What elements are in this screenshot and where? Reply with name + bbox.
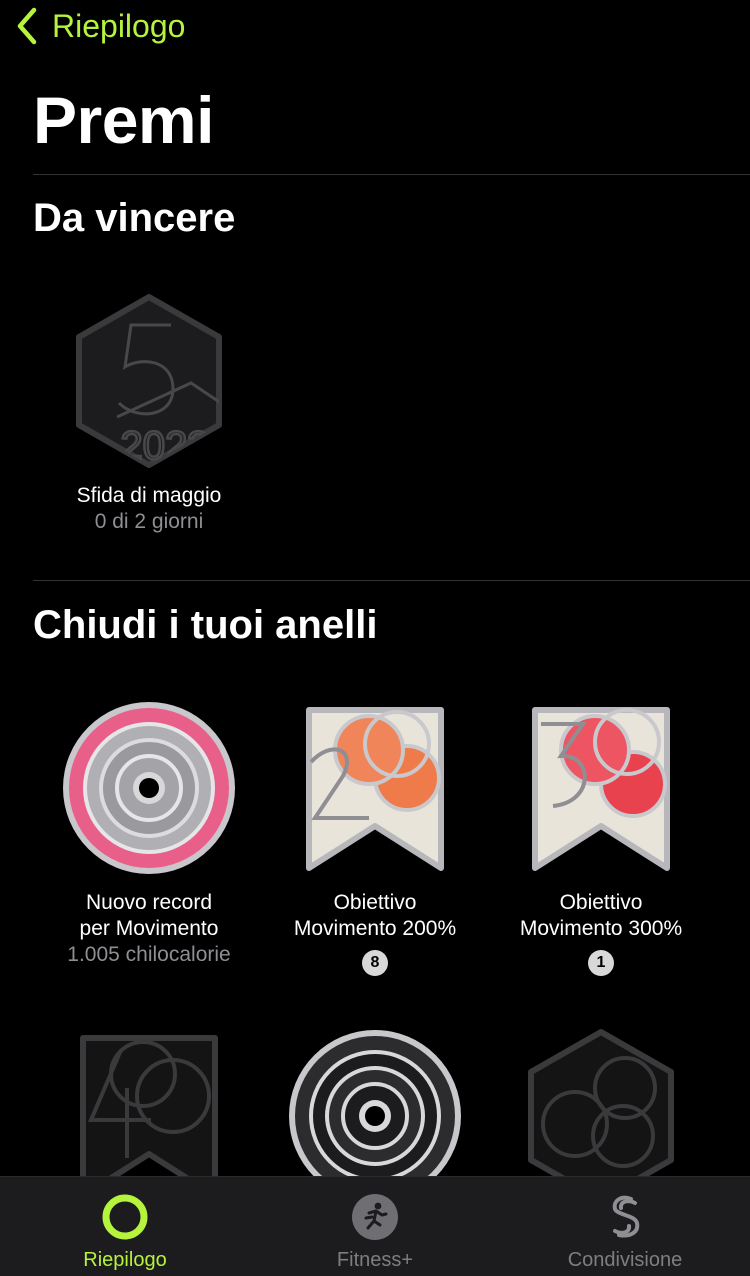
award-count-badge: 1	[588, 950, 614, 976]
tab-fitness-plus[interactable]: Fitness+	[250, 1177, 500, 1276]
svg-text:2023: 2023	[121, 424, 210, 468]
award-name: Sfida di maggio	[76, 484, 222, 507]
award-progress: 0 di 2 giorni	[94, 510, 204, 533]
award-move-300[interactable]: Obiettivo Movimento 300% 1	[491, 700, 711, 976]
divider	[33, 580, 750, 581]
move-200-badge-icon	[306, 707, 444, 871]
tab-riepilogo[interactable]: Riepilogo	[0, 1177, 250, 1276]
move-300-badge-icon	[532, 707, 670, 871]
award-name: Nuovo record per Movimento	[79, 891, 219, 940]
tab-label: Fitness+	[336, 1249, 414, 1271]
award-move-200[interactable]: Obiettivo Movimento 200% 8	[265, 700, 485, 976]
move-record-medal-icon	[63, 702, 235, 874]
tab-label: Riepilogo	[83, 1249, 167, 1271]
award-sfida-maggio[interactable]: 2023 Sfida di maggio 0 di 2 giorni	[39, 293, 259, 535]
section-title-da-vincere: Da vincere	[33, 196, 236, 240]
award-move-record[interactable]: Nuovo record per Movimento 1.005 chiloca…	[39, 700, 259, 968]
hexagon-challenge-badge-icon: 2023	[76, 294, 222, 468]
award-name: Obiettivo Movimento 300%	[519, 891, 683, 940]
section-title-chiudi-anelli: Chiudi i tuoi anelli	[33, 603, 378, 647]
tab-bar: Riepilogo Fitness+ Condivisione	[0, 1176, 750, 1276]
award-value: 1.005 chilocalorie	[67, 943, 231, 966]
back-label: Riepilogo	[52, 7, 186, 44]
tab-label: Condivisione	[567, 1249, 683, 1271]
tab-condivisione[interactable]: Condivisione	[500, 1177, 750, 1276]
back-button[interactable]: Riepilogo	[16, 4, 185, 48]
running-figure-icon	[352, 1194, 398, 1240]
activity-rings-icon	[102, 1194, 148, 1240]
page-title: Premi	[33, 83, 214, 157]
award-name: Obiettivo Movimento 200%	[293, 891, 457, 940]
award-count-badge: 8	[362, 950, 388, 976]
chevron-left-icon	[16, 7, 38, 45]
sharing-icon	[612, 1195, 640, 1238]
divider	[33, 174, 750, 175]
